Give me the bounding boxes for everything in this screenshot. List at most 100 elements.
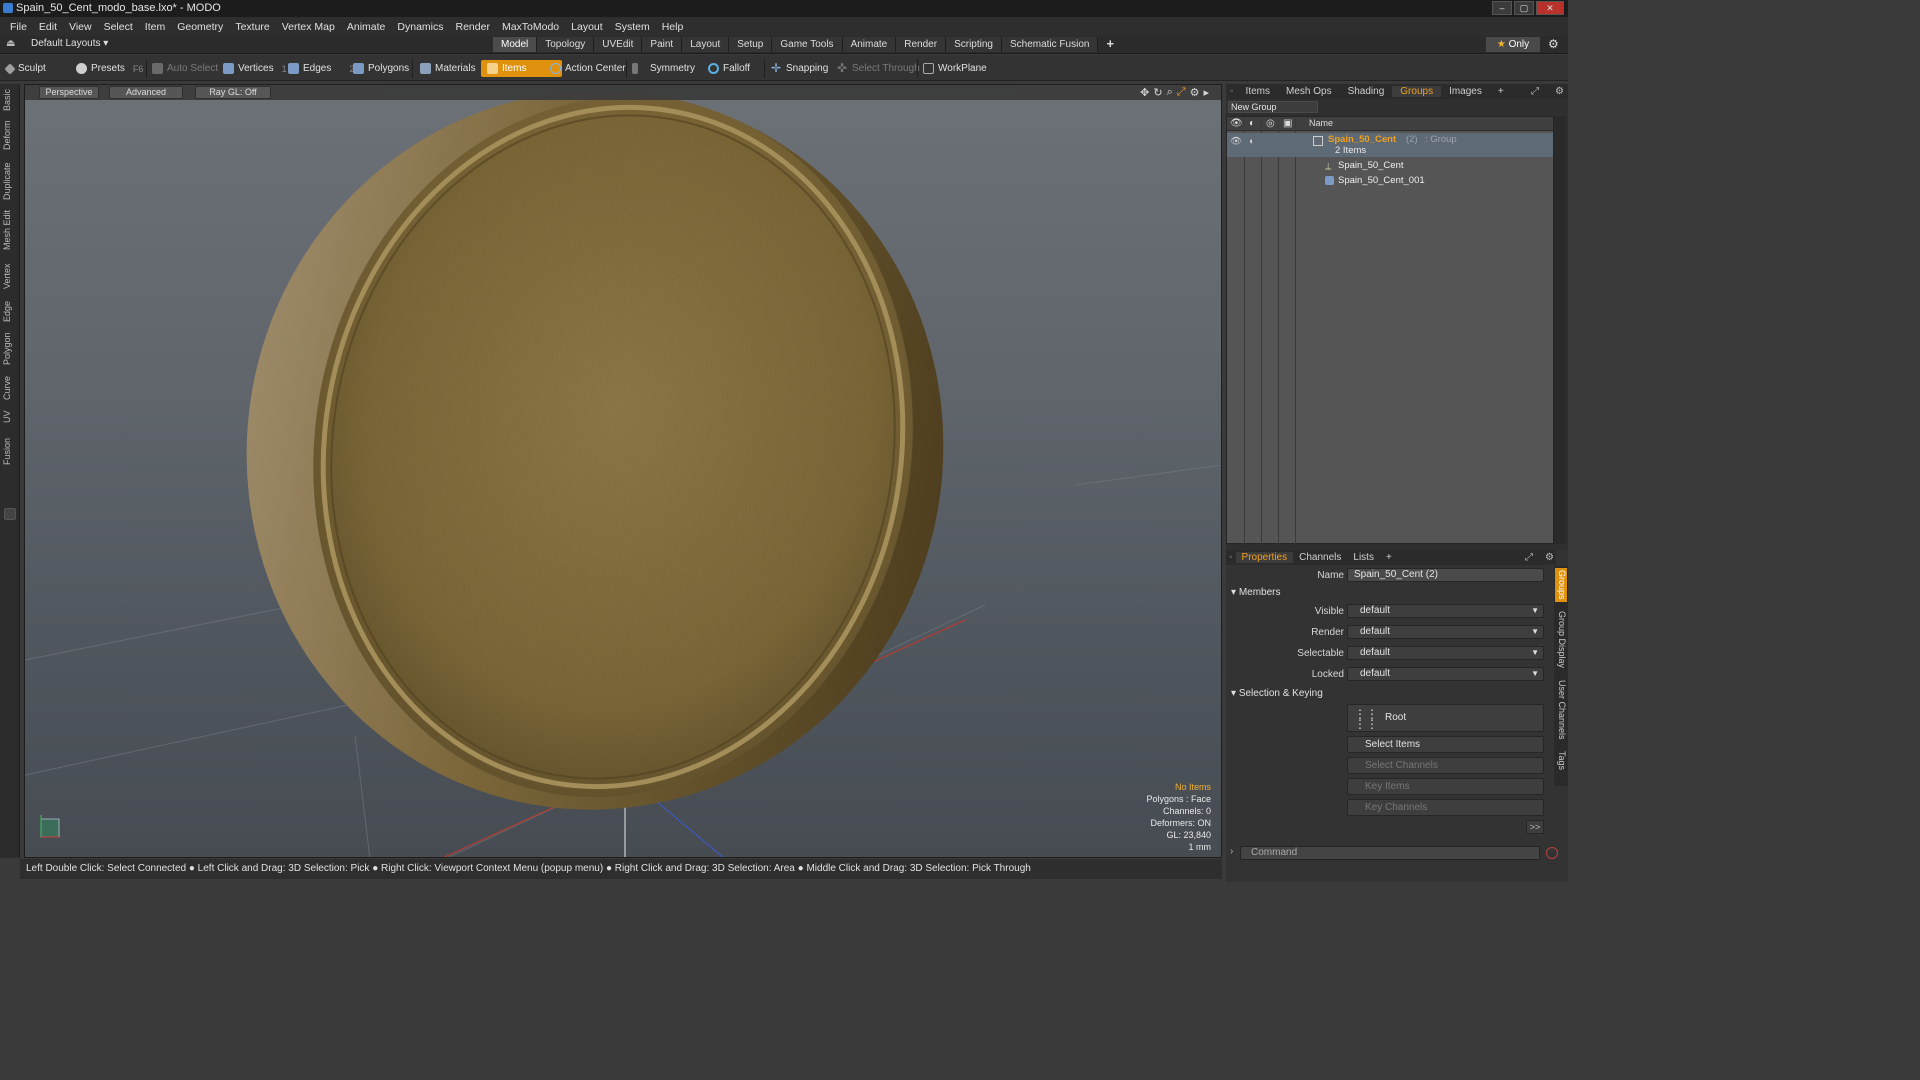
- panel-settings-icon[interactable]: ⚙: [1547, 86, 1568, 97]
- left-tab-fusion[interactable]: Fusion: [2, 434, 18, 468]
- menu-file[interactable]: File: [4, 21, 33, 33]
- panel-grip-icon[interactable]: ◦: [1226, 86, 1238, 97]
- menu-view[interactable]: View: [63, 21, 98, 33]
- left-tab-vertex[interactable]: Vertex: [2, 260, 18, 292]
- record-icon[interactable]: [1546, 847, 1558, 859]
- members-section[interactable]: ▾ Members: [1231, 587, 1281, 598]
- menu-layout[interactable]: Layout: [565, 21, 609, 33]
- tab-animate[interactable]: Animate: [842, 37, 897, 52]
- left-tab-duplicate[interactable]: Duplicate: [2, 160, 18, 202]
- add-tab-button[interactable]: +: [1098, 37, 1122, 52]
- menu-texture[interactable]: Texture: [229, 21, 275, 33]
- more-button[interactable]: >>: [1526, 820, 1544, 834]
- gear-icon[interactable]: ⚙: [1548, 37, 1559, 51]
- advanced-button[interactable]: Advanced: [109, 86, 183, 99]
- command-input[interactable]: Command: [1240, 846, 1540, 860]
- materials-button[interactable]: Materials: [420, 60, 476, 77]
- visibility-eye-icon[interactable]: 👁: [1230, 136, 1242, 147]
- left-tab-uv[interactable]: UV: [2, 408, 18, 426]
- panel-grip-icon[interactable]: ◦: [1226, 552, 1236, 563]
- menu-geometry[interactable]: Geometry: [171, 21, 229, 33]
- properties-settings-icon[interactable]: ⚙: [1539, 552, 1556, 563]
- side-tab-user-channels[interactable]: User Channels: [1555, 678, 1567, 742]
- tab-game-tools[interactable]: Game Tools: [772, 37, 843, 52]
- view-mode-button[interactable]: Perspective: [39, 86, 99, 99]
- key-items-button[interactable]: Key Items: [1347, 778, 1544, 795]
- visibility-column-eye-icon[interactable]: 👁: [1230, 118, 1243, 129]
- left-tab-curve[interactable]: Curve: [2, 374, 18, 402]
- group-child-row[interactable]: ⟂ Spain_50_Cent: [1227, 159, 1553, 173]
- tab-uvedit[interactable]: UVEdit: [594, 37, 643, 52]
- left-tab-mesh-edit[interactable]: Mesh Edit: [2, 208, 18, 252]
- raygl-button[interactable]: Ray GL: Off: [195, 86, 271, 99]
- polygons-button[interactable]: Polygons: [353, 60, 409, 77]
- side-tab-group-display[interactable]: Group Display: [1555, 608, 1567, 672]
- tab-paint[interactable]: Paint: [642, 37, 683, 52]
- side-tab-tags[interactable]: Tags: [1555, 748, 1567, 774]
- layout-home-icon[interactable]: ⏏: [6, 38, 18, 50]
- menu-edit[interactable]: Edit: [33, 21, 63, 33]
- tab-images[interactable]: Images: [1441, 86, 1490, 97]
- edges-button[interactable]: Edges 2: [288, 60, 354, 77]
- menu-animate[interactable]: Animate: [341, 21, 392, 33]
- rotate-view-icon[interactable]: ↻: [1153, 86, 1162, 99]
- left-tab-deform[interactable]: Deform: [2, 118, 18, 152]
- zoom-view-icon[interactable]: ⌕: [1167, 86, 1173, 99]
- render-dropdown[interactable]: default ▼: [1347, 625, 1544, 639]
- group-child-row[interactable]: Spain_50_Cent_001: [1227, 174, 1553, 188]
- selectable-dropdown[interactable]: default ▼: [1347, 646, 1544, 660]
- tab-render[interactable]: Render: [896, 37, 947, 52]
- snapping-button[interactable]: ✛ Snapping: [771, 60, 828, 77]
- left-tab-basic[interactable]: Basic: [2, 88, 18, 112]
- tab-mesh-ops[interactable]: Mesh Ops: [1278, 86, 1340, 97]
- presets-button[interactable]: Presets F6: [76, 60, 143, 77]
- auto-select-button[interactable]: Auto Select: [152, 60, 218, 77]
- close-button[interactable]: ✕: [1536, 1, 1564, 15]
- menu-select[interactable]: Select: [98, 21, 139, 33]
- workplane-button[interactable]: WorkPlane: [923, 60, 987, 77]
- menu-maxtomodo[interactable]: MaxToModo: [496, 21, 565, 33]
- fit-view-icon[interactable]: ⤢: [1177, 86, 1186, 99]
- group-row-spain-50-cent[interactable]: 👁 ◐ Spain_50_Cent (2) : Group 2 Items: [1227, 133, 1553, 157]
- tab-model[interactable]: Model: [493, 37, 538, 52]
- expand-icon[interactable]: ⤢: [1523, 86, 1547, 97]
- sculpt-button[interactable]: Sculpt: [4, 60, 46, 77]
- menu-dynamics[interactable]: Dynamics: [391, 21, 449, 33]
- viewport-expand-icon[interactable]: ▸: [1203, 86, 1209, 99]
- falloff-button[interactable]: Falloff: [708, 60, 750, 77]
- move-view-icon[interactable]: ✥: [1140, 86, 1149, 99]
- name-field[interactable]: Spain_50_Cent (2): [1347, 568, 1544, 582]
- selection-keying-section[interactable]: ▾ Selection & Keying: [1231, 688, 1323, 699]
- tab-scripting[interactable]: Scripting: [946, 37, 1002, 52]
- add-properties-tab-button[interactable]: +: [1380, 552, 1398, 563]
- tab-channels[interactable]: Channels: [1293, 552, 1347, 563]
- side-tab-groups[interactable]: Groups: [1555, 568, 1567, 602]
- root-button[interactable]: ⋮⋮ ⋮⋮ Root: [1347, 704, 1544, 732]
- locked-dropdown[interactable]: default ▼: [1347, 667, 1544, 681]
- command-expand-icon[interactable]: ›: [1230, 846, 1233, 857]
- minimize-button[interactable]: –: [1492, 1, 1512, 15]
- only-button[interactable]: ★ Only: [1486, 37, 1540, 52]
- select-channels-button[interactable]: Select Channels: [1347, 757, 1544, 774]
- menu-item[interactable]: Item: [139, 21, 171, 33]
- tab-shading[interactable]: Shading: [1340, 86, 1393, 97]
- add-panel-tab-button[interactable]: +: [1490, 86, 1512, 97]
- tab-groups[interactable]: Groups: [1392, 86, 1442, 97]
- tab-topology[interactable]: Topology: [537, 37, 595, 52]
- 3d-viewport[interactable]: Perspective Advanced Ray GL: Off ✥ ↻ ⌕ ⤢…: [24, 84, 1222, 858]
- visible-dropdown[interactable]: default ▼: [1347, 604, 1544, 618]
- select-items-button[interactable]: Select Items: [1347, 736, 1544, 753]
- tab-properties[interactable]: Properties: [1235, 552, 1294, 563]
- viewport-settings-icon[interactable]: ⚙: [1190, 86, 1200, 99]
- menu-vertex-map[interactable]: Vertex Map: [276, 21, 341, 33]
- new-group-button[interactable]: New Group: [1228, 101, 1318, 113]
- menu-system[interactable]: System: [609, 21, 656, 33]
- menu-render[interactable]: Render: [450, 21, 496, 33]
- vertices-button[interactable]: Vertices 1: [223, 60, 287, 77]
- tab-schematic-fusion[interactable]: Schematic Fusion: [1001, 37, 1099, 52]
- left-tab-edge[interactable]: Edge: [2, 298, 18, 324]
- tab-setup[interactable]: Setup: [729, 37, 773, 52]
- expand-icon[interactable]: ⤢: [1519, 552, 1539, 563]
- tab-layout[interactable]: Layout: [682, 37, 730, 52]
- select-through-button[interactable]: ✜ Select Through: [837, 60, 920, 77]
